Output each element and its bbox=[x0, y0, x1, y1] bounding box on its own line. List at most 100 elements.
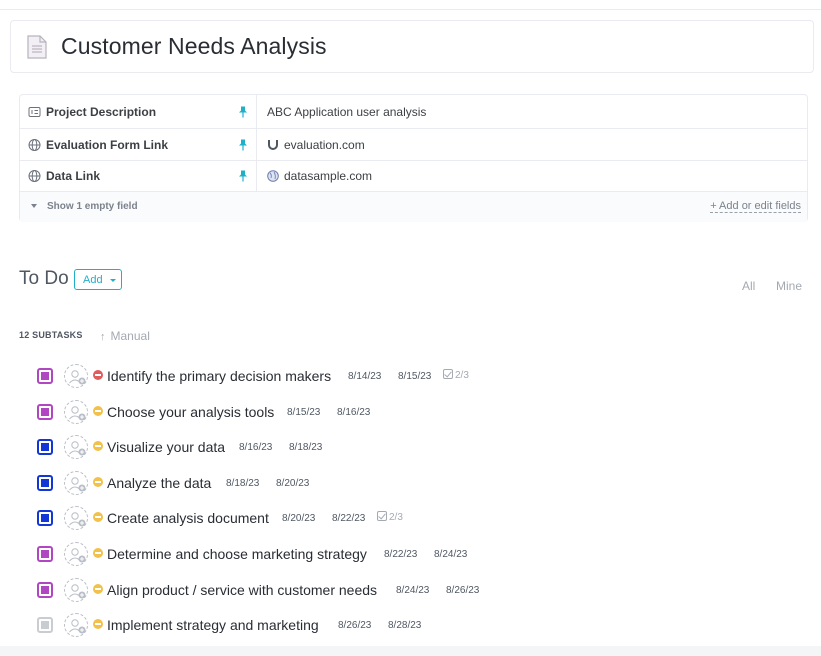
task-name[interactable]: Choose your analysis tools bbox=[107, 404, 274, 420]
start-date[interactable]: 8/14/23 bbox=[348, 371, 381, 382]
priority-icon[interactable] bbox=[93, 584, 103, 594]
table-row[interactable]: Implement strategy and marketing 8/26/23 8… bbox=[0, 610, 821, 640]
show-empty-fields-toggle[interactable]: Show 1 empty field bbox=[47, 201, 138, 212]
status-square[interactable] bbox=[37, 404, 53, 420]
field-name-cell: Evaluation Form Link bbox=[20, 129, 257, 160]
world-icon bbox=[267, 170, 279, 182]
text-field-icon bbox=[28, 106, 41, 117]
task-name[interactable]: Determine and choose marketing strategy bbox=[107, 546, 367, 562]
table-row[interactable]: Choose your analysis tools 8/15/23 8/16/23 bbox=[0, 397, 821, 427]
checklist-count: 2/3 bbox=[389, 512, 403, 523]
pin-icon[interactable] bbox=[238, 139, 248, 150]
start-date[interactable]: 8/20/23 bbox=[282, 513, 315, 524]
status-square[interactable] bbox=[37, 475, 53, 491]
field-row-data-link[interactable]: Data Link datasample.com bbox=[20, 161, 807, 192]
pin-icon[interactable] bbox=[238, 106, 248, 117]
table-row[interactable]: Visualize your data 8/16/23 8/18/23 bbox=[0, 432, 821, 462]
globe-icon bbox=[28, 138, 41, 151]
filter-all-tab[interactable]: All bbox=[742, 279, 755, 293]
priority-icon[interactable] bbox=[93, 441, 103, 451]
assignee-icon[interactable] bbox=[64, 542, 88, 566]
caret-down-icon[interactable] bbox=[31, 204, 37, 208]
due-date[interactable]: 8/15/23 bbox=[398, 371, 431, 382]
priority-icon[interactable] bbox=[93, 406, 103, 416]
field-row-project-description[interactable]: Project Description ABC Application user… bbox=[20, 95, 807, 129]
caret-down-icon bbox=[110, 279, 116, 282]
assignee-icon[interactable] bbox=[64, 578, 88, 602]
add-edit-fields-link[interactable]: + Add or edit fields bbox=[710, 200, 801, 213]
status-square[interactable] bbox=[37, 546, 53, 562]
due-date[interactable]: 8/22/23 bbox=[332, 513, 365, 524]
field-name-cell: Project Description bbox=[20, 95, 257, 128]
start-date[interactable]: 8/18/23 bbox=[226, 478, 259, 489]
priority-icon[interactable] bbox=[93, 512, 103, 522]
field-name: Evaluation Form Link bbox=[46, 137, 169, 152]
assignee-icon[interactable] bbox=[64, 400, 88, 424]
checklist-count: 2/3 bbox=[455, 370, 469, 381]
start-date[interactable]: 8/24/23 bbox=[396, 585, 429, 596]
field-name: Data Link bbox=[46, 169, 101, 183]
due-date[interactable]: 8/26/23 bbox=[446, 585, 479, 596]
field-value[interactable]: ABC Application user analysis bbox=[267, 105, 426, 119]
assignee-icon[interactable] bbox=[64, 506, 88, 530]
document-icon bbox=[27, 35, 47, 59]
due-date[interactable]: 8/18/23 bbox=[289, 442, 322, 453]
assignee-icon[interactable] bbox=[64, 613, 88, 637]
task-name[interactable]: Create analysis document bbox=[107, 510, 269, 526]
sort-label: Manual bbox=[110, 329, 150, 343]
field-value-text[interactable]: evaluation.com bbox=[284, 138, 365, 152]
task-name[interactable]: Implement strategy and marketing bbox=[107, 617, 319, 633]
task-name[interactable]: Align product / service with customer ne… bbox=[107, 582, 377, 598]
sort-toggle[interactable]: ↑ Manual bbox=[100, 329, 150, 343]
field-value[interactable]: datasample.com bbox=[267, 169, 372, 183]
status-square[interactable] bbox=[37, 510, 53, 526]
priority-icon[interactable] bbox=[93, 619, 103, 629]
checklist-badge[interactable]: 2/3 bbox=[443, 369, 469, 381]
fields-footer: Show 1 empty field + Add or edit fields bbox=[20, 192, 807, 222]
checklist-badge[interactable]: 2/3 bbox=[377, 511, 403, 523]
status-square[interactable] bbox=[37, 617, 53, 633]
assignee-icon[interactable] bbox=[64, 364, 88, 388]
priority-icon[interactable] bbox=[93, 548, 103, 558]
status-square[interactable] bbox=[37, 368, 53, 384]
status-square[interactable] bbox=[37, 582, 53, 598]
due-date[interactable]: 8/20/23 bbox=[276, 478, 309, 489]
magnet-icon bbox=[268, 139, 278, 150]
document-header: Customer Needs Analysis bbox=[10, 20, 814, 73]
top-divider bbox=[0, 9, 821, 10]
due-date[interactable]: 8/16/23 bbox=[337, 407, 370, 418]
start-date[interactable]: 8/22/23 bbox=[384, 549, 417, 560]
start-date[interactable]: 8/16/23 bbox=[239, 442, 272, 453]
arrow-up-icon: ↑ bbox=[100, 331, 106, 343]
bottom-overlay bbox=[0, 646, 821, 656]
field-row-evaluation-form-link[interactable]: Evaluation Form Link evaluation.com bbox=[20, 129, 807, 161]
table-row[interactable]: Create analysis document 8/20/23 8/22/23 2/… bbox=[0, 503, 821, 533]
assignee-icon[interactable] bbox=[64, 435, 88, 459]
field-value[interactable]: evaluation.com bbox=[267, 138, 365, 152]
page-title[interactable]: Customer Needs Analysis bbox=[61, 33, 327, 60]
start-date[interactable]: 8/15/23 bbox=[287, 407, 320, 418]
table-row[interactable]: Determine and choose marketing strategy 8… bbox=[0, 539, 821, 569]
field-value-text[interactable]: datasample.com bbox=[284, 169, 372, 183]
filter-mine-tab[interactable]: Mine bbox=[776, 279, 802, 293]
due-date[interactable]: 8/24/23 bbox=[434, 549, 467, 560]
field-name: Project Description bbox=[46, 104, 157, 119]
table-row[interactable]: Analyze the data 8/18/23 8/20/23 bbox=[0, 468, 821, 498]
priority-icon[interactable] bbox=[93, 370, 103, 380]
add-subtask-button[interactable]: Add bbox=[74, 269, 122, 290]
task-name[interactable]: Analyze the data bbox=[107, 475, 211, 491]
start-date[interactable]: 8/26/23 bbox=[338, 620, 371, 631]
assignee-icon[interactable] bbox=[64, 471, 88, 495]
subtasks-count: 12 SUBTASKS bbox=[19, 330, 83, 340]
field-name-cell: Data Link bbox=[20, 161, 257, 191]
priority-icon[interactable] bbox=[93, 477, 103, 487]
table-row[interactable]: Align product / service with customer ne… bbox=[0, 575, 821, 605]
status-square[interactable] bbox=[37, 439, 53, 455]
task-name[interactable]: Identify the primary decision makers bbox=[107, 368, 331, 384]
pin-icon[interactable] bbox=[238, 170, 248, 182]
checkbox-icon bbox=[443, 369, 453, 379]
due-date[interactable]: 8/28/23 bbox=[388, 620, 421, 631]
task-name[interactable]: Visualize your data bbox=[107, 439, 225, 455]
table-row[interactable]: Identify the primary decision makers 8/14… bbox=[0, 361, 821, 391]
checkbox-icon bbox=[377, 511, 387, 521]
